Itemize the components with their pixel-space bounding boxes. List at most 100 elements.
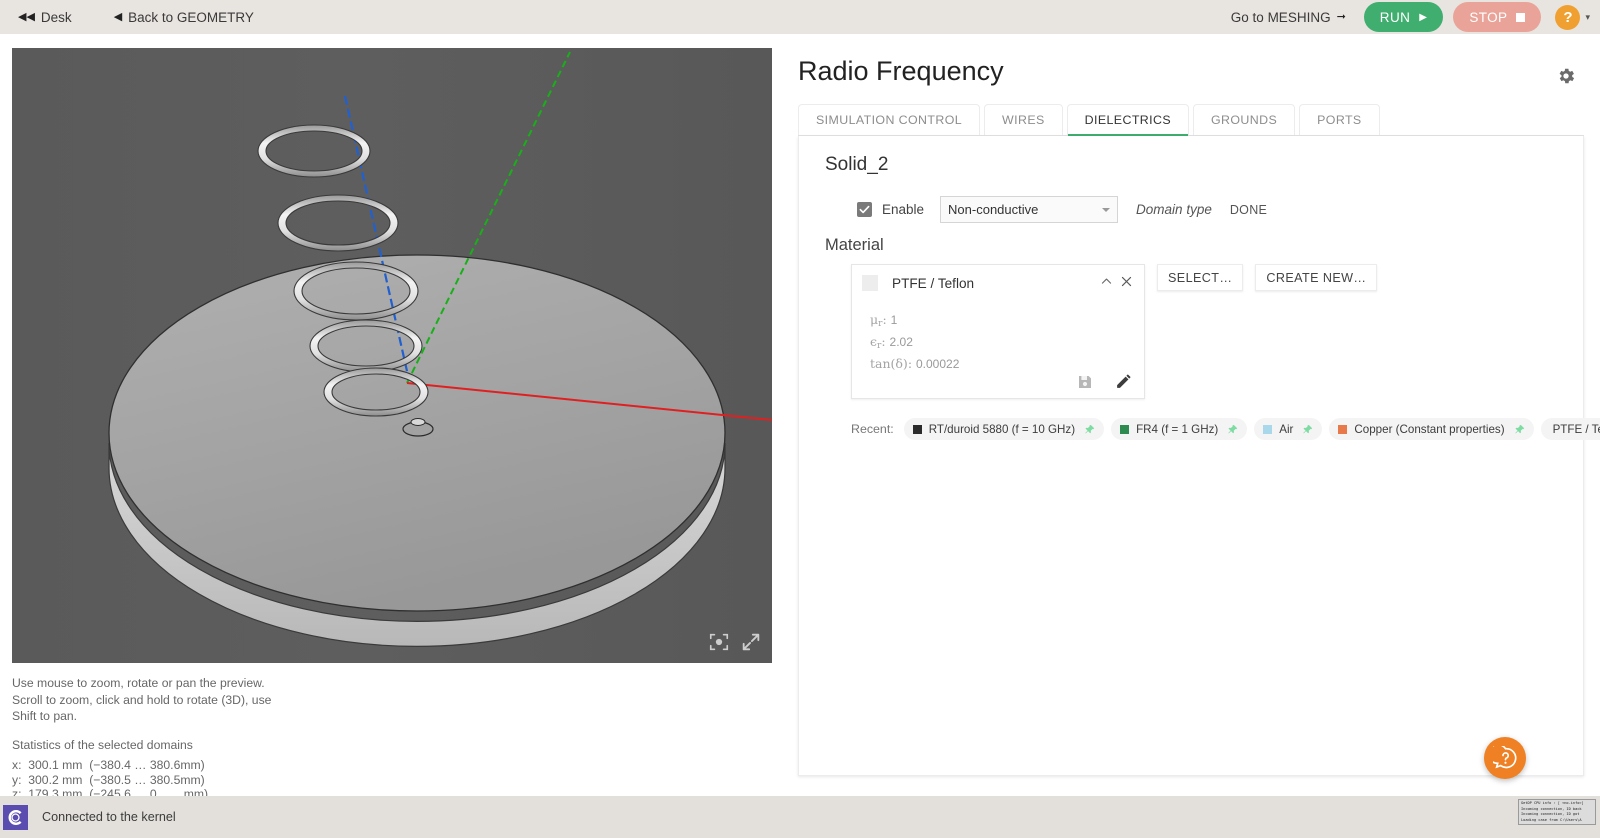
recent-materials-row: Recent: RT/duroid 5880 (f = 10 GHz) FR4 … [851, 418, 1600, 440]
hint-line-1: Use mouse to zoom, rotate or pan the pre… [12, 676, 265, 690]
square-stop-icon [1516, 12, 1526, 22]
solid-title: Solid_2 [825, 154, 889, 175]
material-prop-mu: μr: 1 [870, 312, 898, 329]
run-label: RUN [1379, 9, 1411, 25]
domain-type-value: Non-conductive [948, 202, 1039, 217]
tab-label: PORTS [1317, 113, 1362, 127]
recent-chip-ptfe-teflon[interactable]: PTFE / Teflon [1540, 418, 1600, 440]
double-left-arrow-icon: ◀◀ [18, 10, 35, 23]
enable-label: Enable [882, 202, 925, 217]
chip-color-swatch [912, 424, 922, 434]
enable-row: Enable Non-conductive Domain type DONE [857, 196, 1267, 223]
console-line: GetDP CPU info : [ <no-info>] [1521, 801, 1584, 805]
tab-simulation-control[interactable]: SIMULATION CONTROL [798, 104, 981, 135]
viewport-help-and-stats: Use mouse to zoom, rotate or pan the pre… [12, 675, 512, 802]
help-bubble-icon [1492, 745, 1516, 768]
prop-symbol: μ [870, 312, 879, 327]
tab-label: DIELECTRICS [1084, 113, 1171, 127]
chevron-down-icon[interactable]: ▾ [1585, 12, 1590, 23]
expand-arrows-icon[interactable] [740, 631, 762, 653]
check-icon [859, 205, 870, 214]
chip-label: PTFE / Teflon [1552, 422, 1600, 436]
hint-line-3: Shift to pan. [12, 709, 78, 723]
3d-viewport[interactable] [12, 48, 772, 663]
material-properties: μr: 1 ϵr: 2.02 tan(δ): 0.00022 [870, 311, 959, 373]
chip-label: FR4 (f = 1 GHz) [1136, 422, 1219, 436]
recent-chip-air[interactable]: Air [1254, 418, 1323, 440]
chevron-down-icon [1102, 207, 1111, 212]
material-heading: Material [825, 236, 884, 254]
domain-type-label: Domain type [1136, 202, 1212, 217]
c-logo-icon [8, 809, 22, 825]
save-disk-icon[interactable] [1077, 374, 1093, 390]
panel-tabs: SIMULATION CONTROL WIRES DIELECTRICS GRO… [798, 104, 1584, 136]
tab-wires[interactable]: WIRES [984, 104, 1063, 135]
tab-label: WIRES [1002, 113, 1045, 127]
help-button[interactable]: ? [1555, 4, 1581, 30]
stat-row-y: y: 300.2 mm (−380.5 … 380.5mm) [12, 772, 205, 787]
prop-value: 0.00022 [916, 357, 960, 371]
go-to-meshing-link[interactable]: Go to MESHING ➞ [1231, 10, 1346, 25]
tab-grounds[interactable]: GROUNDS [1193, 104, 1296, 135]
right-arrow-icon: ➞ [1336, 10, 1346, 23]
help-fab-button[interactable] [1484, 737, 1526, 779]
help-question-icon: ? [1563, 8, 1573, 26]
console-line: Loading case from C:\Users\A [1521, 817, 1582, 822]
desk-label: Desk [40, 9, 72, 25]
back-label: Back to GEOMETRY [128, 9, 254, 25]
material-color-swatch [862, 275, 878, 291]
3d-model-render [12, 48, 772, 663]
select-material-button[interactable]: SELECT… [1157, 264, 1244, 291]
recent-chip-rt-duroid[interactable]: RT/duroid 5880 (f = 10 GHz) [903, 418, 1105, 440]
pin-icon[interactable] [1227, 424, 1238, 435]
chevron-up-icon[interactable] [1096, 275, 1116, 291]
stop-label: STOP [1469, 9, 1508, 25]
pencil-edit-icon[interactable] [1115, 373, 1132, 390]
domain-status-badge: DONE [1229, 202, 1268, 217]
material-row: PTFE / Teflon μr: 1 ϵr: 2.02 tan(δ): 0.0… [851, 264, 1378, 399]
material-card[interactable]: PTFE / Teflon μr: 1 ϵr: 2.02 tan(δ): 0.0… [851, 264, 1145, 399]
top-toolbar: ◀◀ Desk ◀ Back to GEOMETRY Go to MESHING… [0, 0, 1600, 34]
chip-label: Air [1279, 422, 1294, 436]
create-button-label: CREATE NEW… [1266, 270, 1367, 285]
close-icon[interactable] [1116, 275, 1136, 291]
chip-color-swatch [1120, 424, 1130, 434]
center-focus-icon[interactable] [708, 631, 730, 653]
pin-icon[interactable] [1084, 424, 1095, 435]
kernel-logo [3, 804, 28, 830]
chip-label: RT/duroid 5880 (f = 10 GHz) [928, 422, 1076, 436]
chip-color-swatch [1263, 424, 1273, 434]
left-arrow-icon: ◀ [113, 10, 123, 23]
chip-label: Copper (Constant properties) [1354, 422, 1505, 436]
tab-ports[interactable]: PORTS [1299, 104, 1380, 135]
recent-chip-copper[interactable]: Copper (Constant properties) [1329, 418, 1534, 440]
console-log-thumbnail[interactable]: GetDP CPU info : [ <no-info>] Incoming c… [1518, 799, 1596, 825]
dielectrics-content: Solid_2 Enable Non-conductive Domain typ… [798, 136, 1600, 776]
material-name: PTFE / Teflon [892, 275, 975, 291]
prop-subscript: r [877, 341, 882, 351]
go-to-meshing-label: Go to MESHING [1230, 9, 1331, 25]
domain-type-select[interactable]: Non-conductive [940, 196, 1119, 223]
status-bar: Connected to the kernel GetDP CPU info :… [0, 796, 1600, 838]
desk-link[interactable]: ◀◀ Desk [14, 10, 76, 25]
recent-chip-fr4[interactable]: FR4 (f = 1 GHz) [1111, 418, 1248, 440]
material-prop-tandelta: tan(δ): 0.00022 [870, 356, 960, 371]
pin-icon[interactable] [1302, 424, 1313, 435]
pin-icon[interactable] [1514, 424, 1525, 435]
back-to-geometry-link[interactable]: ◀ Back to GEOMETRY [110, 10, 258, 25]
enable-checkbox[interactable] [857, 202, 872, 217]
radio-frequency-panel: Radio Frequency SIMULATION CONTROL WIRES… [796, 48, 1600, 780]
prop-symbol: tan(δ) [870, 356, 908, 371]
material-card-header: PTFE / Teflon [852, 265, 1144, 301]
material-card-actions [1077, 373, 1132, 390]
prop-symbol: ϵ [870, 334, 878, 349]
play-icon: ▶ [1419, 11, 1428, 23]
tab-dielectrics[interactable]: DIELECTRICS [1066, 104, 1189, 136]
material-prop-epsilon: ϵr: 2.02 [870, 334, 913, 351]
run-button[interactable]: RUN ▶ [1363, 2, 1444, 32]
chip-color-swatch [1338, 424, 1348, 434]
create-new-material-button[interactable]: CREATE NEW… [1255, 264, 1378, 291]
gear-icon[interactable] [1556, 66, 1576, 86]
kernel-status-text: Connected to the kernel [42, 810, 176, 824]
stop-button[interactable]: STOP [1453, 2, 1542, 32]
